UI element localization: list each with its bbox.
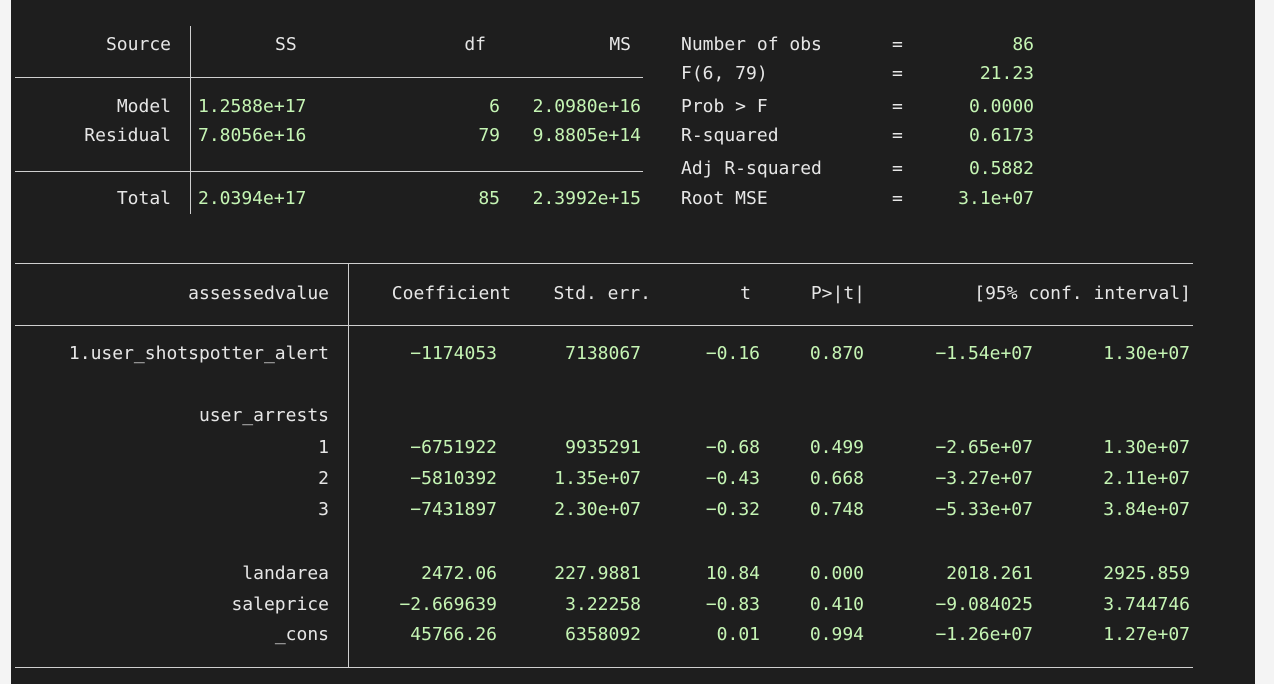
stat-equals: = [892, 125, 903, 146]
coef-row-label: 1.user_shotspotter_alert [68, 343, 329, 364]
coef-row-ci-upper: 3.744746 [1103, 594, 1190, 615]
coef-row-coefficient: −2.669639 [399, 594, 497, 615]
coef-row-t: −0.68 [705, 437, 760, 458]
stat-label: Number of obs [681, 34, 822, 55]
coef-row-ci-lower: −3.27e+07 [935, 468, 1033, 489]
coef-header-depvar: assessedvalue [188, 283, 329, 304]
coef-row-p: 0.410 [809, 594, 864, 615]
coef-row-p: 0.668 [809, 468, 864, 489]
stat-label: Prob > F [681, 96, 768, 117]
stat-value: 0.5882 [968, 158, 1034, 179]
anova-row-ms: 2.3992e+15 [532, 188, 641, 209]
stat-value: 86 [1012, 34, 1034, 55]
stat-equals: = [892, 188, 903, 209]
stat-label: Root MSE [681, 188, 768, 209]
anova-row-ms: 9.8805e+14 [532, 125, 641, 146]
coef-row-stderr: 1.35e+07 [554, 468, 641, 489]
coef-vertical-rule [348, 263, 349, 668]
stat-label: F(6, 79) [681, 63, 768, 84]
anova-header-ms: MS [609, 34, 631, 55]
coef-row-p: 0.994 [809, 624, 864, 645]
coef-header-p: P>|t| [810, 283, 865, 304]
coef-row-ci-upper: 2.11e+07 [1103, 468, 1190, 489]
stat-value: 0.6173 [968, 125, 1034, 146]
coef-header-coefficient: Coefficient [391, 283, 511, 304]
stat-equals: = [892, 158, 903, 179]
coef-header-rule [15, 325, 1193, 326]
coef-header-ci: [95% conf. interval] [974, 283, 1191, 304]
coef-row-coefficient: 45766.26 [410, 624, 497, 645]
stat-label: R-squared [681, 125, 779, 146]
stat-value: 3.1e+07 [958, 188, 1034, 209]
anova-row-ss: 1.2588e+17 [198, 96, 307, 117]
coef-row-label: saleprice [231, 594, 329, 615]
coef-row-ci-upper: 2925.859 [1103, 563, 1190, 584]
stat-value: 21.23 [979, 63, 1034, 84]
coef-row-t: 10.84 [705, 563, 760, 584]
anova-header-df: df [464, 34, 486, 55]
coef-row-ci-upper: 3.84e+07 [1103, 499, 1190, 520]
coef-row-ci-lower: −9.084025 [935, 594, 1033, 615]
coef-row-stderr: 6358092 [565, 624, 641, 645]
anova-rule [15, 77, 643, 78]
coef-bottom-rule [15, 667, 1193, 668]
coef-row-t: −0.43 [705, 468, 760, 489]
coef-row-coefficient: −7431897 [410, 499, 497, 520]
coef-row-ci-lower: −1.54e+07 [935, 343, 1033, 364]
coef-row-stderr: 3.22258 [565, 594, 641, 615]
coef-row-p: 0.000 [809, 563, 864, 584]
anova-row-ms: 2.0980e+16 [532, 96, 641, 117]
anova-row-ss: 7.8056e+16 [198, 125, 307, 146]
coef-row-coefficient: −6751922 [410, 437, 497, 458]
coef-row-p: 0.748 [809, 499, 864, 520]
coef-row-ci-lower: −1.26e+07 [935, 624, 1033, 645]
coef-row-stderr: 2.30e+07 [554, 499, 641, 520]
coef-row-label: 1 [318, 437, 329, 458]
coef-row-t: −0.83 [705, 594, 760, 615]
stata-output-window: Source SS df MS Model 1.2588e+17 6 2.098… [11, 0, 1255, 684]
coef-factor-label: user_arrests [198, 405, 329, 426]
anova-row-label: Model [116, 96, 171, 117]
coef-row-ci-lower: 2018.261 [946, 563, 1033, 584]
anova-rule [15, 171, 643, 172]
anova-vertical-rule [190, 26, 191, 214]
stat-equals: = [892, 96, 903, 117]
stat-label: Adj R-squared [681, 158, 822, 179]
coef-row-label: landarea [242, 563, 329, 584]
coef-row-ci-upper: 1.30e+07 [1103, 437, 1190, 458]
coef-row-label: 2 [318, 468, 329, 489]
coef-row-label: _cons [274, 624, 329, 645]
anova-row-label: Residual [84, 125, 171, 146]
stat-equals: = [892, 34, 903, 55]
coef-row-stderr: 9935291 [565, 437, 641, 458]
coef-row-coefficient: 2472.06 [421, 563, 497, 584]
coef-row-coefficient: −1174053 [410, 343, 497, 364]
coef-row-p: 0.499 [809, 437, 864, 458]
coef-row-ci-lower: −2.65e+07 [935, 437, 1033, 458]
anova-row-df: 79 [478, 125, 500, 146]
stat-equals: = [892, 63, 903, 84]
anova-row-df: 6 [489, 96, 500, 117]
anova-row-df: 85 [478, 188, 500, 209]
coef-row-t: −0.16 [705, 343, 760, 364]
anova-row-label: Total [116, 188, 171, 209]
coef-row-t: 0.01 [716, 624, 760, 645]
coef-row-stderr: 7138067 [565, 343, 641, 364]
coef-row-p: 0.870 [809, 343, 864, 364]
anova-header-source: Source [105, 34, 171, 55]
coef-row-ci-upper: 1.30e+07 [1103, 343, 1190, 364]
coef-header-t: t [740, 283, 751, 304]
coef-row-ci-upper: 1.27e+07 [1103, 624, 1190, 645]
coef-row-label: 3 [318, 499, 329, 520]
coef-row-coefficient: −5810392 [410, 468, 497, 489]
coef-row-ci-lower: −5.33e+07 [935, 499, 1033, 520]
coef-row-stderr: 227.9881 [554, 563, 641, 584]
anova-row-ss: 2.0394e+17 [198, 188, 307, 209]
coef-top-rule [15, 263, 1193, 264]
anova-header-ss: SS [275, 34, 297, 55]
coef-header-stderr: Std. err. [553, 283, 651, 304]
coef-row-t: −0.32 [705, 499, 760, 520]
stat-value: 0.0000 [968, 96, 1034, 117]
